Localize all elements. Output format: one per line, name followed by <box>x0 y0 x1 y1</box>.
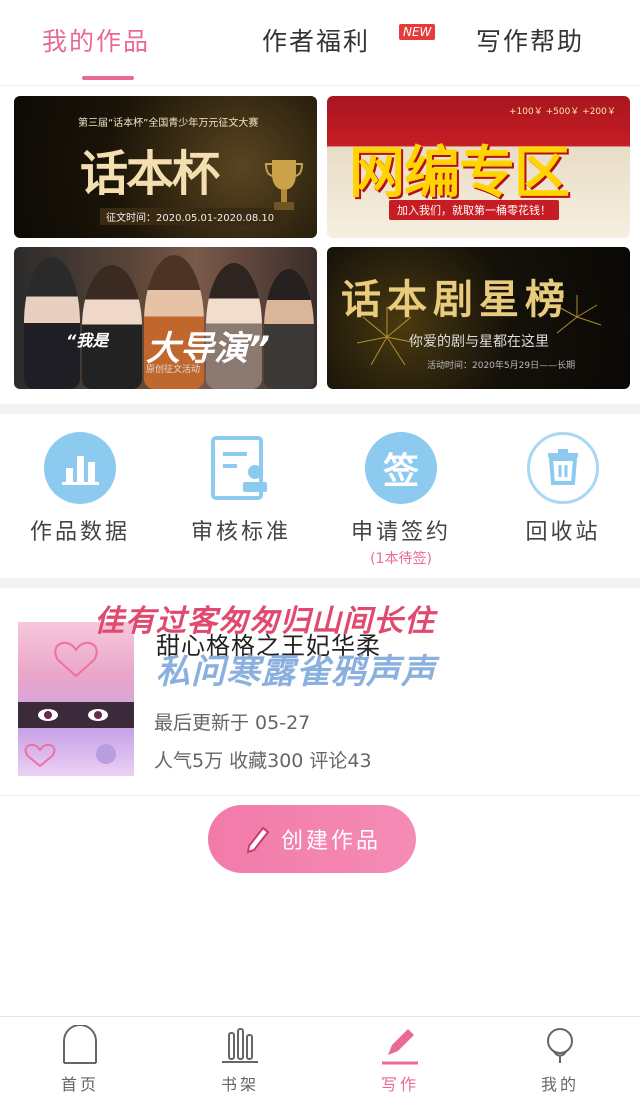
profile-icon <box>547 1028 573 1063</box>
tool-recycle-bin[interactable]: 回收站 <box>488 432 638 546</box>
tab-author-benefits[interactable]: 作者福利 <box>262 22 370 58</box>
person-image <box>264 269 314 389</box>
nav-label: 写作 <box>380 1075 419 1094</box>
banner-date: 征文时间：2020.05.01-2020.08.10 <box>100 208 281 225</box>
tool-apply-contract[interactable]: 签 申请签约 (1本待签) <box>326 432 476 568</box>
banner-subtitle: 加入我们，就取第一桶零花钱！ <box>389 200 559 220</box>
create-work-label: 创建作品 <box>280 829 381 854</box>
create-work-button[interactable]: 创建作品 <box>208 805 416 873</box>
section-divider <box>0 578 640 588</box>
banner-star-ranking[interactable]: 话本剧星榜 你爱的剧与星都在这里 活动时间：2020年5月29日——长期 <box>327 247 630 389</box>
home-icon <box>63 1025 97 1064</box>
banner-title: 话本剧星榜 <box>341 276 571 323</box>
pending-sign-count: (1本待签) <box>370 551 432 567</box>
bottom-navigation: 首页 书架 写作 我的 <box>0 1016 640 1100</box>
banner-title: 话本杯 <box>80 146 220 202</box>
nav-profile[interactable]: 我的 <box>500 1025 620 1095</box>
tab-my-works[interactable]: 我的作品 <box>42 22 150 58</box>
work-cover-image[interactable] <box>18 622 134 776</box>
top-tab-bar: 我的作品 作者福利 NEW 写作帮助 <box>0 0 640 86</box>
banner-date: 活动时间：2020年5月29日——长期 <box>427 361 576 371</box>
banner-grid: 第三届“话本杯”全国青少年万元征文大赛 话本杯 征文时间：2020.05.01-… <box>0 86 640 404</box>
tool-row: 作品数据 审核标准 签 申请签约 (1本待签) 回收站 <box>0 414 640 578</box>
banner-title: 网编专区 <box>349 141 570 206</box>
banner-subtitle: 第三届“话本杯”全国青少年万元征文大赛 <box>78 118 259 129</box>
section-divider <box>0 404 640 414</box>
pen-icon <box>382 1029 418 1065</box>
tool-label: 申请签约 <box>350 520 451 545</box>
nav-bookshelf[interactable]: 书架 <box>180 1025 300 1095</box>
work-stats: 人气5万 收藏300 评论43 <box>154 750 372 772</box>
work-updated-time: 最后更新于 05-27 <box>154 712 311 734</box>
banner-prefix: “我是 <box>66 331 109 350</box>
nav-label: 书架 <box>220 1075 259 1094</box>
tool-label: 审核标准 <box>190 520 291 545</box>
work-stamp-text: 佳有过客匆匆归山间长住 <box>94 604 435 639</box>
banner-big-director[interactable]: “我是 大导演” 原创征文活动 <box>14 247 317 389</box>
new-badge: NEW <box>399 24 436 40</box>
nav-home[interactable]: 首页 <box>20 1025 140 1095</box>
bookshelf-icon <box>222 1028 258 1063</box>
tool-label: 回收站 <box>525 520 601 545</box>
pencil-icon <box>246 826 270 854</box>
active-tab-indicator <box>82 76 134 80</box>
nav-write[interactable]: 写作 <box>340 1025 460 1095</box>
tool-label: 作品数据 <box>29 520 130 545</box>
chart-bars-icon <box>44 432 116 504</box>
tab-writing-help[interactable]: 写作帮助 <box>476 22 584 58</box>
person-image <box>24 257 80 389</box>
banner-huaben-cup[interactable]: 第三届“话本杯”全国青少年万元征文大赛 话本杯 征文时间：2020.05.01-… <box>14 96 317 238</box>
banner-money-tags: +100￥ +500￥ +200￥ <box>509 107 616 117</box>
work-stamp-text: 私问寒露雀鸦声声 <box>156 652 436 692</box>
work-list-item[interactable]: 甜心格格之王妃华柔 私问寒露雀鸦声声 佳有过客匆匆归山间长住 最后更新于 05-… <box>0 588 640 796</box>
document-stamp-icon <box>205 432 277 504</box>
banner-editor-zone[interactable]: +100￥ +500￥ +200￥ 网编专区 加入我们，就取第一桶零花钱！ <box>327 96 630 238</box>
nav-label: 我的 <box>540 1075 579 1094</box>
tool-review-standards[interactable]: 审核标准 <box>166 432 316 546</box>
banner-subtitle: 你爱的剧与星都在这里 <box>409 334 549 350</box>
banner-subtitle: 原创征文活动 <box>146 365 201 375</box>
trash-icon <box>527 432 599 504</box>
tool-work-data[interactable]: 作品数据 <box>5 432 155 546</box>
sign-badge-icon: 签 <box>365 432 437 504</box>
nav-label: 首页 <box>60 1075 99 1094</box>
trophy-icon <box>264 160 304 210</box>
